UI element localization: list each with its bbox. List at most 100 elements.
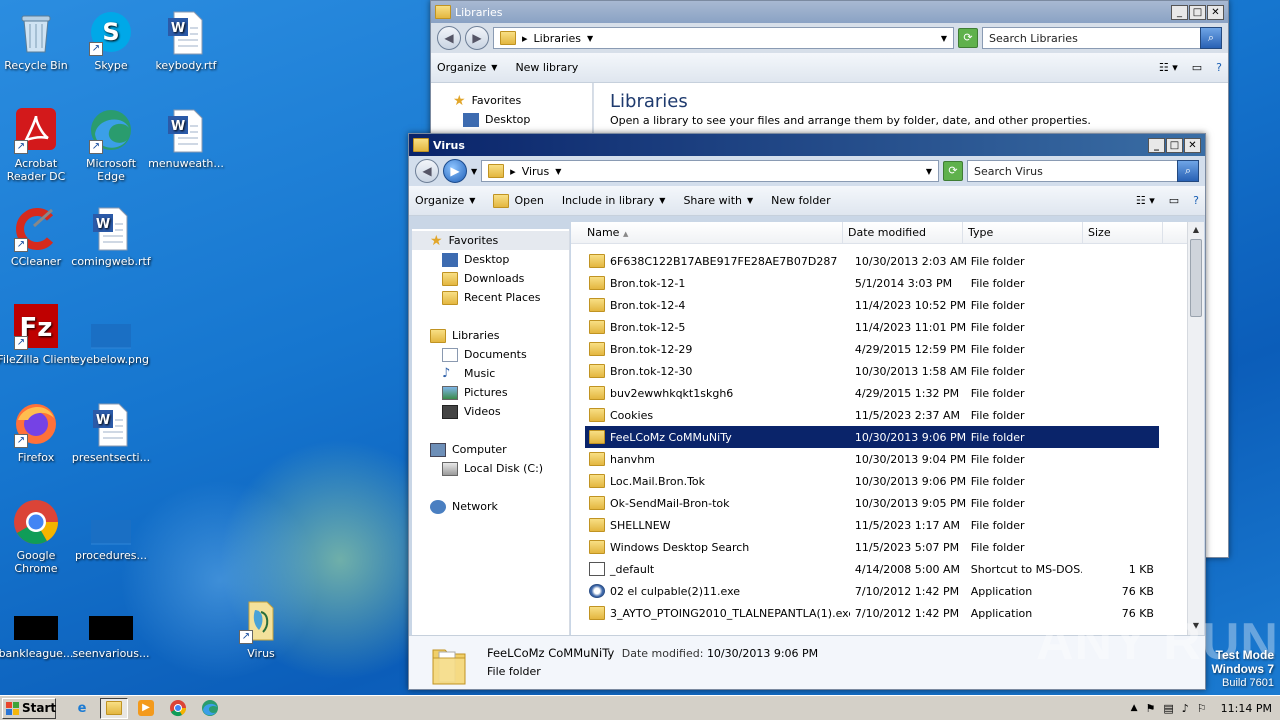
address-dropdown-icon[interactable]: ▼ [926, 167, 932, 176]
nav-documents[interactable]: Documents [412, 345, 569, 364]
scroll-up-icon[interactable]: ▲ [1188, 222, 1204, 238]
file-row[interactable]: Ok-SendMail-Bron-tok 10/30/2013 9:05 PM Fi… [585, 492, 1159, 514]
desktop-icon-ccleaner[interactable]: ↗ CCleaner [0, 204, 76, 268]
flag-icon[interactable]: ⚐ [1197, 702, 1207, 715]
preview-pane-icon[interactable]: ▭ [1169, 194, 1179, 207]
chrome-icon[interactable] [164, 698, 192, 719]
vertical-scrollbar[interactable]: ▲ ▼ [1187, 222, 1204, 635]
desktop-icon-firefox[interactable]: ↗ Firefox [0, 400, 76, 464]
breadcrumb-dropdown-icon[interactable]: ▼ [555, 167, 561, 176]
nav-computer[interactable]: Computer [412, 440, 569, 459]
desktop-icon-chrome[interactable]: Google Chrome [0, 498, 76, 575]
address-bar[interactable]: ▸ Libraries ▼ ▼ [493, 27, 954, 49]
virus-titlebar[interactable]: Virus _ □ ✕ [409, 134, 1205, 156]
nav-recent-places[interactable]: Recent Places [412, 288, 569, 307]
desktop-icon-eyebelow[interactable]: eyebelow.png [71, 302, 151, 366]
breadcrumb-virus[interactable]: Virus [522, 165, 550, 178]
media-player-icon[interactable]: ▶ [132, 698, 160, 719]
desktop-icon-bankleague[interactable]: bankleague... [0, 596, 76, 660]
back-button[interactable]: ◀ [415, 159, 439, 183]
file-row[interactable]: Bron.tok-12-4 11/4/2023 10:52 PM File fold… [585, 294, 1159, 316]
file-row[interactable]: Bron.tok-12-1 5/1/2014 3:03 PM File folder [585, 272, 1159, 294]
nav-favorites[interactable]: ★ Favorites [453, 91, 592, 110]
nav-libraries[interactable]: Libraries [412, 326, 569, 345]
desktop-icon-keybody[interactable]: W keybody.rtf [146, 8, 226, 72]
file-row[interactable]: Loc.Mail.Bron.Tok 10/30/2013 9:06 PM File … [585, 470, 1159, 492]
close-button[interactable]: ✕ [1184, 137, 1201, 153]
desktop-icon-seenvarious[interactable]: seenvarious... [71, 596, 151, 660]
libraries-titlebar[interactable]: Libraries _ □ ✕ [431, 1, 1228, 23]
desktop-icon-recycle-bin[interactable]: Recycle Bin [0, 8, 76, 72]
file-row[interactable]: SHELLNEW 11/5/2023 1:17 AM File folder [585, 514, 1159, 536]
new-library-button[interactable]: New library [515, 61, 578, 74]
nav-videos[interactable]: Videos [412, 402, 569, 421]
virus-search-input[interactable]: Search Virus ⌕ [967, 160, 1199, 182]
file-row[interactable]: Windows Desktop Search 11/5/2023 5:07 PM F… [585, 536, 1159, 558]
scroll-thumb[interactable] [1190, 239, 1202, 317]
breadcrumb-dropdown-icon[interactable]: ▼ [587, 34, 593, 43]
nav-desktop[interactable]: Desktop [453, 110, 592, 129]
address-bar[interactable]: ▸ Virus ▼ ▼ [481, 160, 939, 182]
back-button[interactable]: ◀ [437, 26, 461, 50]
nav-pictures[interactable]: Pictures [412, 383, 569, 402]
clock[interactable]: 11:14 PM [1221, 702, 1272, 715]
help-icon[interactable]: ? [1216, 61, 1222, 74]
file-row[interactable]: 02 el culpable(2)11.exe 7/10/2012 1:42 PM… [585, 580, 1159, 602]
desktop-icon-skype[interactable]: S ↗ Skype [71, 8, 151, 72]
refresh-button[interactable]: ⟳ [943, 161, 963, 181]
action-center-icon[interactable]: ⚑ [1145, 702, 1155, 715]
desktop-icon-procedures[interactable]: procedures... [71, 498, 151, 562]
file-row[interactable]: Cookies 11/5/2023 2:37 AM File folder [585, 404, 1159, 426]
nav-desktop[interactable]: Desktop [412, 250, 569, 269]
forward-button[interactable]: ▶ [443, 159, 467, 183]
edge-icon[interactable] [196, 698, 224, 719]
organize-menu[interactable]: Organize ▼ [415, 194, 475, 207]
nav-local-disk[interactable]: Local Disk (C:) [412, 459, 569, 478]
file-row[interactable]: 6F638C122B17ABE917FE28AE7B07D287 10/30/20… [585, 250, 1159, 272]
close-button[interactable]: ✕ [1207, 4, 1224, 20]
minimize-button[interactable]: _ [1171, 4, 1188, 20]
desktop-icon-menuweath[interactable]: W menuweath... [146, 106, 226, 170]
network-tray-icon[interactable]: ▤ [1163, 702, 1173, 715]
refresh-button[interactable]: ⟳ [958, 28, 978, 48]
nav-downloads[interactable]: Downloads [412, 269, 569, 288]
nav-network[interactable]: Network [412, 497, 569, 516]
desktop-icon-virus[interactable]: ↗ Virus [221, 596, 301, 660]
column-type[interactable]: Type [963, 222, 1083, 243]
ie-icon[interactable]: e [68, 698, 96, 719]
maximize-button[interactable]: □ [1189, 4, 1206, 20]
desktop-icon-comingweb[interactable]: W comingweb.rtf [71, 204, 151, 268]
file-row[interactable]: hanvhm 10/30/2013 9:04 PM File folder [585, 448, 1159, 470]
explorer-icon[interactable] [100, 697, 128, 719]
column-size[interactable]: Size [1083, 222, 1163, 243]
address-dropdown-icon[interactable]: ▼ [941, 34, 947, 43]
file-row[interactable]: _default 4/14/2008 5:00 AM Shortcut to MS-… [585, 558, 1159, 580]
search-icon[interactable]: ⌕ [1177, 160, 1199, 182]
column-date[interactable]: Date modified [843, 222, 963, 243]
column-name[interactable]: Name ▲ [571, 222, 843, 243]
desktop-icon-edge[interactable]: ↗ Microsoft Edge [71, 106, 151, 183]
view-options-icon[interactable]: ☷ ▾ [1159, 61, 1178, 74]
recent-pages-icon[interactable]: ▼ [471, 167, 477, 176]
help-icon[interactable]: ? [1193, 194, 1199, 207]
libraries-search-input[interactable]: Search Libraries ⌕ [982, 27, 1222, 49]
breadcrumb-libraries[interactable]: Libraries [534, 32, 582, 45]
file-row[interactable]: FeeLCoMz CoMMuNiTy 10/30/2013 9:06 PM File… [585, 426, 1159, 448]
share-with-menu[interactable]: Share with ▼ [683, 194, 753, 207]
show-hidden-icons-icon[interactable]: ▲ [1131, 703, 1138, 713]
file-row[interactable]: Bron.tok-12-30 10/30/2013 1:58 AM File fol… [585, 360, 1159, 382]
start-button[interactable]: Start [2, 697, 56, 719]
new-folder-button[interactable]: New folder [771, 194, 830, 207]
include-in-library-menu[interactable]: Include in library ▼ [562, 194, 666, 207]
nav-music[interactable]: ♪ Music [412, 364, 569, 383]
desktop-icon-presentsecti[interactable]: W presentsecti... [71, 400, 151, 464]
nav-favorites[interactable]: ★ Favorites [412, 231, 569, 250]
minimize-button[interactable]: _ [1148, 137, 1165, 153]
open-button[interactable]: Open [493, 193, 544, 208]
view-options-icon[interactable]: ☷ ▾ [1136, 194, 1155, 207]
volume-icon[interactable]: ♪ [1182, 702, 1189, 715]
desktop-icon-acrobat[interactable]: ↗ Acrobat Reader DC [0, 106, 76, 183]
file-row[interactable]: buv2ewwhkqkt1skgh6 4/29/2015 1:32 PM File … [585, 382, 1159, 404]
file-row[interactable]: Bron.tok-12-5 11/4/2023 11:01 PM File fold… [585, 316, 1159, 338]
maximize-button[interactable]: □ [1166, 137, 1183, 153]
